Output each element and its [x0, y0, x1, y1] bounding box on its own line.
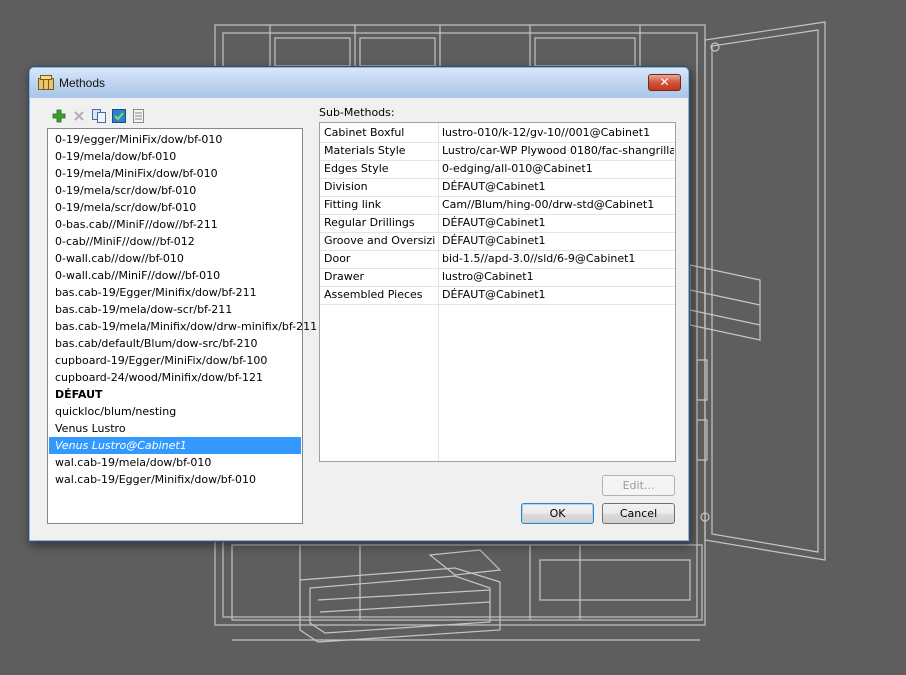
method-list-item[interactable]: cupboard-19/Egger/MiniFix/dow/bf-100: [49, 352, 301, 369]
sub-method-value[interactable]: DÉFAUT@Cabinet1: [442, 215, 674, 231]
method-list-item[interactable]: wal.cab-19/Egger/Minifix/dow/bf-010: [49, 471, 301, 488]
close-button[interactable]: ✕: [648, 74, 681, 91]
method-list-item[interactable]: 0-wall.cab//MiniF//dow//bf-010: [49, 267, 301, 284]
methods-app-icon: [38, 75, 54, 90]
sub-method-row[interactable]: Groove and Oversizing DÉFAUT@Cabinet1: [320, 233, 675, 251]
sub-method-value[interactable]: lustro-010/k-12/gv-10//001@Cabinet1: [442, 125, 674, 141]
sub-method-key: Division: [324, 180, 368, 193]
method-list-item[interactable]: cupboard-24/wood/Minifix/dow/bf-121: [49, 369, 301, 386]
methods-list[interactable]: 0-19/egger/MiniFix/dow/bf-010 0-19/mela/d…: [47, 128, 317, 524]
method-list-item[interactable]: 0-cab//MiniF//dow//bf-012: [49, 233, 301, 250]
sub-method-key: Materials Style: [324, 144, 406, 157]
method-list-item[interactable]: 0-19/mela/scr/dow/bf-010: [49, 182, 301, 199]
sub-method-row[interactable]: Fitting link Cam//Blum/hing-00/drw-std@Ca…: [320, 197, 675, 215]
sub-methods-table[interactable]: Cabinet Boxful lustro-010/k-12/gv-10//001…: [319, 122, 676, 462]
method-list-item[interactable]: 0-19/mela/scr/dow/bf-010: [49, 199, 301, 216]
delete-icon[interactable]: [71, 108, 87, 124]
method-list-item[interactable]: wal.cab-19/mela/dow/bf-010: [49, 454, 301, 471]
method-list-item[interactable]: 0-19/mela/MiniFix/dow/bf-010: [49, 165, 301, 182]
check-icon[interactable]: [111, 108, 127, 124]
sub-method-value[interactable]: lustro@Cabinet1: [442, 269, 674, 285]
sub-method-value[interactable]: DÉFAUT@Cabinet1: [442, 287, 674, 303]
add-icon[interactable]: [51, 108, 67, 124]
method-list-item[interactable]: bas.cab-19/mela/Minifix/dow/drw-minifix/…: [49, 318, 317, 335]
sub-method-key: Cabinet Boxful: [324, 126, 405, 139]
methods-dialog: Methods ✕ 0-19/egger/MiniFix/dow/bf-010 …: [28, 66, 690, 542]
sub-method-value[interactable]: Cam//Blum/hing-00/drw-std@Cabinet1: [442, 197, 674, 213]
dialog-client-area: 0-19/egger/MiniFix/dow/bf-010 0-19/mela/d…: [37, 98, 681, 533]
ok-button[interactable]: OK: [521, 503, 594, 524]
sub-method-key: Door: [324, 252, 351, 265]
method-list-item[interactable]: Venus Lustro: [49, 420, 301, 437]
method-list-item[interactable]: quickloc/blum/nesting: [49, 403, 301, 420]
sub-method-key: Groove and Oversizing: [324, 234, 436, 247]
copy-icon[interactable]: [91, 108, 107, 124]
sub-method-value[interactable]: DÉFAUT@Cabinet1: [442, 179, 674, 195]
sub-method-key: Assembled Pieces: [324, 288, 423, 301]
method-list-item[interactable]: bas.cab/default/Blum/dow-src/bf-210: [49, 335, 301, 352]
sub-method-key: Edges Style: [324, 162, 389, 175]
sub-methods-label: Sub-Methods:: [319, 106, 395, 119]
sub-methods-rows: Cabinet Boxful lustro-010/k-12/gv-10//001…: [320, 125, 675, 305]
method-list-item[interactable]: 0-19/mela/dow/bf-010: [49, 148, 301, 165]
method-list-item[interactable]: Venus Lustro@Cabinet1: [49, 437, 301, 454]
sub-method-row[interactable]: Regular Drillings DÉFAUT@Cabinet1: [320, 215, 675, 233]
sub-method-key: Regular Drillings: [324, 216, 415, 229]
edit-button[interactable]: Edit...: [602, 475, 675, 496]
sub-method-row[interactable]: Cabinet Boxful lustro-010/k-12/gv-10//001…: [320, 125, 675, 143]
sub-method-value[interactable]: 0-edging/all-010@Cabinet1: [442, 161, 674, 177]
sub-method-row[interactable]: Division DÉFAUT@Cabinet1: [320, 179, 675, 197]
sub-method-row[interactable]: Assembled Pieces DÉFAUT@Cabinet1: [320, 287, 675, 305]
dialog-title: Methods: [59, 76, 106, 90]
title-bar[interactable]: Methods ✕: [30, 68, 688, 98]
method-list-item[interactable]: 0-19/egger/MiniFix/dow/bf-010: [49, 131, 301, 148]
sub-method-value[interactable]: DÉFAUT@Cabinet1: [442, 233, 674, 249]
sub-method-key: Drawer: [324, 270, 365, 283]
properties-icon[interactable]: [131, 108, 147, 124]
method-list-item[interactable]: bas.cab-19/Egger/Minifix/dow/bf-211: [49, 284, 301, 301]
sub-method-value[interactable]: bid-1.5//apd-3.0//sld/6-9@Cabinet1: [442, 251, 674, 267]
sub-method-row[interactable]: Door bid-1.5//apd-3.0//sld/6-9@Cabinet1: [320, 251, 675, 269]
sub-method-row[interactable]: Materials Style Lustro/car-WP Plywood 018…: [320, 143, 675, 161]
method-list-item[interactable]: 0-wall.cab//dow//bf-010: [49, 250, 301, 267]
method-list-item[interactable]: bas.cab-19/mela/dow-scr/bf-211: [49, 301, 301, 318]
sub-method-value[interactable]: Lustro/car-WP Plywood 0180/fac-shangrill…: [442, 143, 674, 159]
cancel-button[interactable]: Cancel: [602, 503, 675, 524]
method-list-item[interactable]: DÉFAUT: [49, 386, 301, 403]
sub-method-key: Fitting link: [324, 198, 382, 211]
sub-method-row[interactable]: Drawer lustro@Cabinet1: [320, 269, 675, 287]
method-list-item[interactable]: 0-bas.cab//MiniF//dow//bf-211: [49, 216, 301, 233]
sub-method-row[interactable]: Edges Style 0-edging/all-010@Cabinet1: [320, 161, 675, 179]
